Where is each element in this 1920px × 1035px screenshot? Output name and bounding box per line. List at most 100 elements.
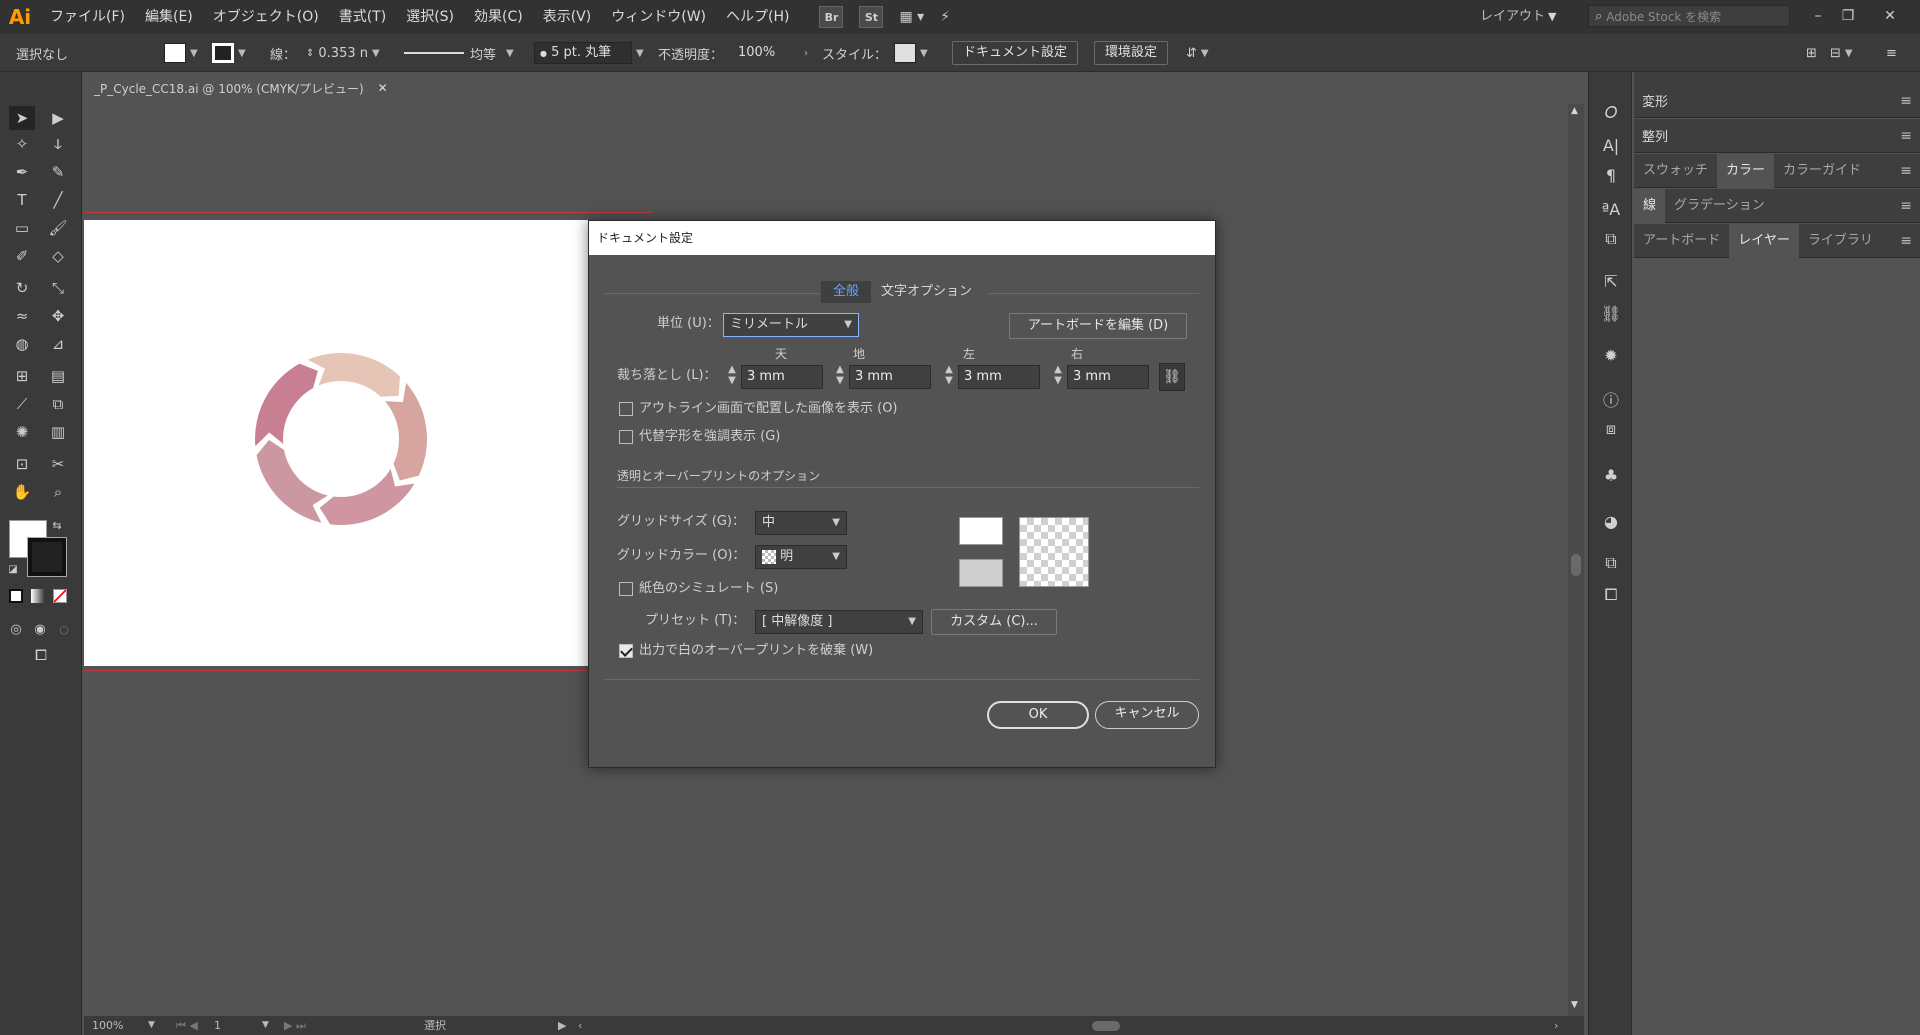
direct-selection-tool-icon[interactable]: ▶	[45, 106, 71, 130]
opacity-field[interactable]: 100% ›	[732, 34, 808, 72]
stroke-weight-stepper[interactable]: ⇕ 0.353 n ▼	[306, 34, 380, 72]
first-artboard-icon[interactable]: ⏮ ◀	[176, 1016, 198, 1035]
eraser-tool-icon[interactable]: ◇	[45, 244, 71, 268]
document-setup-button[interactable]: ドキュメント設定	[952, 41, 1079, 65]
highlight-glyphs-checkbox[interactable]	[619, 430, 633, 444]
panel-menu-icon[interactable]: ≡	[1900, 84, 1912, 118]
tab-artboards[interactable]: アートボード	[1634, 224, 1729, 258]
stroke-color-swatch[interactable]	[27, 537, 67, 577]
grid-preview-white[interactable]	[959, 517, 1003, 545]
navigator-icon[interactable]: ⧈	[1597, 416, 1625, 442]
menu-help[interactable]: ヘルプ(H)	[716, 0, 799, 34]
zoom-tool-icon[interactable]: ⌕	[45, 480, 71, 504]
properties-icon[interactable]: 𝑂	[1597, 100, 1625, 126]
custom-button[interactable]: カスタム (C)...	[931, 609, 1057, 635]
discard-white-overprint-checkbox[interactable]	[619, 644, 633, 658]
menu-file[interactable]: ファイル(F)	[40, 0, 135, 34]
stroke-swatch[interactable]: ▼	[212, 34, 246, 72]
menu-type[interactable]: 書式(T)	[329, 0, 396, 34]
shaper-tool-icon[interactable]: ✐	[9, 244, 35, 268]
warp-tool-icon[interactable]: ≈	[9, 304, 35, 328]
asset-export-icon[interactable]: ⧠	[1597, 582, 1625, 608]
grid-size-select[interactable]: 中 ▼	[755, 511, 847, 535]
color-mode-icon[interactable]	[8, 588, 24, 604]
character-icon[interactable]: A|	[1597, 132, 1625, 158]
panel-menu-icon[interactable]: ≡	[1900, 119, 1912, 153]
shape-builder-tool-icon[interactable]: ◍	[9, 332, 35, 356]
units-select[interactable]: ミリメートル ▼	[723, 313, 859, 337]
cancel-button[interactable]: キャンセル	[1095, 701, 1199, 729]
stock-search-input[interactable]: ⌕ Adobe Stock を検索	[1588, 5, 1790, 27]
tab-swatches[interactable]: スウォッチ	[1634, 154, 1717, 188]
slice-tool-icon[interactable]: ✂	[45, 452, 71, 476]
grid-color-select[interactable]: 明 ▼	[755, 545, 847, 569]
perspective-grid-tool-icon[interactable]: ⊿	[45, 332, 71, 356]
tab-gradient[interactable]: グラデーション	[1665, 189, 1774, 223]
scroll-thumb[interactable]	[1571, 554, 1581, 576]
cycle-graphic[interactable]	[254, 352, 428, 526]
tab-color[interactable]: カラー	[1717, 153, 1775, 188]
eyedropper-tool-icon[interactable]: ⟋	[9, 392, 35, 416]
mesh-tool-icon[interactable]: ⊞	[9, 364, 35, 388]
show-images-outline-checkbox[interactable]	[619, 402, 633, 416]
link-icon[interactable]: ⛓	[1159, 363, 1185, 391]
gpu-performance-icon[interactable]: ⚡	[940, 9, 950, 25]
bleed-bottom-field[interactable]: 3 mm	[849, 365, 931, 389]
restore-icon[interactable]: ❐	[1834, 2, 1862, 30]
transform-panel-header[interactable]: 変形 ≡	[1634, 84, 1920, 118]
rectangle-tool-icon[interactable]: ▭	[9, 216, 35, 240]
scroll-down-icon[interactable]: ▼	[1571, 1000, 1578, 1010]
close-icon[interactable]: ✕	[1876, 2, 1904, 30]
cycle-arrow-segment[interactable]	[256, 439, 328, 523]
last-artboard-icon[interactable]: ▶ ⏭	[284, 1016, 306, 1035]
cycle-arrow-segment[interactable]	[384, 382, 427, 481]
appearance-icon[interactable]: ✹	[1597, 342, 1625, 368]
chevron-down-icon[interactable]: ▼	[1548, 6, 1556, 28]
arrange-documents-icon[interactable]: ▦ ▾	[899, 9, 924, 25]
bleed-top-stepper-icon[interactable]: ▲ ▼	[727, 364, 737, 386]
symbol-sprayer-tool-icon[interactable]: ✺	[9, 420, 35, 444]
artboard-chevron-icon[interactable]: ▼	[262, 1016, 269, 1035]
panel-menu-icon[interactable]: ≡	[1900, 224, 1912, 258]
scroll-up-icon[interactable]: ▲	[1571, 106, 1578, 116]
tab-color-guide[interactable]: カラーガイド	[1774, 154, 1870, 188]
tab-general[interactable]: 全般	[821, 281, 872, 303]
scale-tool-icon[interactable]: ⤡	[45, 276, 71, 300]
screen-mode-icon[interactable]: ⧠	[26, 644, 56, 666]
status-menu-icon[interactable]: ▶	[558, 1016, 566, 1035]
bleed-left-field[interactable]: 3 mm	[958, 365, 1040, 389]
bleed-top-field[interactable]: 3 mm	[741, 365, 823, 389]
fill-swatch[interactable]: ▼	[164, 34, 198, 72]
symbols-icon[interactable]: ♣	[1597, 462, 1625, 488]
panel-menu-icon[interactable]: ≡	[1900, 189, 1912, 223]
selection-tool-icon[interactable]: ➤	[9, 106, 35, 130]
zoom-chevron-icon[interactable]: ▼	[148, 1016, 155, 1035]
paintbrush-tool-icon[interactable]: 🖌	[45, 216, 71, 240]
minimize-icon[interactable]: –	[1804, 2, 1832, 30]
glyphs-icon[interactable]: ⧉	[1597, 226, 1625, 252]
preset-select[interactable]: [ 中解像度 ] ▼	[755, 610, 923, 634]
bleed-right-stepper-icon[interactable]: ▲ ▼	[1053, 364, 1063, 386]
pen-tool-icon[interactable]: ✒	[9, 160, 35, 184]
align-icon[interactable]: ⊞	[1806, 34, 1817, 72]
panel-menu-icon[interactable]: ≡	[1900, 154, 1912, 188]
rotate-tool-icon[interactable]: ↻	[9, 276, 35, 300]
hand-tool-icon[interactable]: ✋	[9, 480, 35, 504]
transparency-icon[interactable]: ◕	[1597, 508, 1625, 534]
magic-wand-tool-icon[interactable]: ✧	[9, 132, 35, 156]
opentype-icon[interactable]: ªA	[1597, 196, 1625, 222]
menu-object[interactable]: オブジェクト(O)	[203, 0, 329, 34]
zoom-level[interactable]: 100%	[92, 1016, 123, 1035]
document-tab[interactable]: _P_Cycle_CC18.ai @ 100% (CMYK/プレビュー) ✕	[86, 74, 396, 102]
menu-select[interactable]: 選択(S)	[396, 0, 464, 34]
panel-menu-icon[interactable]: ≡	[1886, 34, 1897, 72]
links-icon[interactable]: ⛓	[1597, 300, 1625, 326]
menu-view[interactable]: 表示(V)	[533, 0, 602, 34]
curvature-tool-icon[interactable]: ✎	[45, 160, 71, 184]
draw-behind-icon[interactable]: ◉	[30, 620, 50, 638]
none-mode-icon[interactable]	[52, 588, 68, 604]
puppet-warp-tool-icon[interactable]: ✥	[45, 304, 71, 328]
draw-normal-icon[interactable]: ◎	[6, 620, 26, 638]
paragraph-icon[interactable]: ¶	[1597, 162, 1625, 188]
ok-button[interactable]: OK	[987, 701, 1089, 729]
